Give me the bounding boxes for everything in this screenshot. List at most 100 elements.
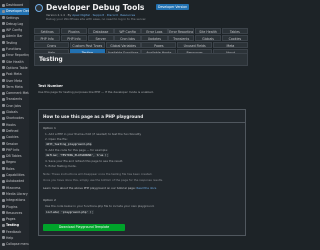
cta-line: Learn more about the above PHP playgroun… (43, 186, 156, 190)
sidebar-item-label: Dashboard (6, 3, 24, 7)
menu-icon (2, 22, 5, 26)
sidebar-item-label: Debug Log (6, 21, 24, 26)
sidebar-item-label: DB Tables (6, 154, 22, 159)
sidebar-item-label: Media Library (6, 191, 28, 196)
tab-error-reporting[interactable]: Error Reporting (168, 28, 195, 35)
sidebar-item-label: Options Table (6, 65, 28, 70)
step-3: 3. Add the code for this page — for exam… (45, 148, 108, 152)
menu-icon (2, 53, 5, 57)
tab-site-health[interactable]: Site Health (194, 28, 222, 35)
menu-icon (2, 79, 5, 83)
code-define: define( 'TESTING_PLAYGROUND', true ); (45, 153, 110, 157)
menu-icon (2, 160, 5, 164)
sidebar-item-label: Site Health (6, 59, 24, 64)
tab-updates[interactable]: Updates (141, 34, 168, 42)
panel-title: Testing (34, 53, 248, 66)
sidebar-item-label: Resources (6, 210, 23, 215)
menu-icon (2, 142, 5, 146)
version-badge[interactable]: Developer Version (156, 4, 190, 10)
test-description: Use this page for testing purposes like … (38, 90, 154, 94)
option-2-text: Use the code below in your functions.php… (45, 204, 155, 208)
tab-cookies[interactable]: Cookies (221, 34, 248, 42)
sidebar-item-label: Error Reporting (6, 53, 29, 58)
menu-icon (2, 66, 5, 70)
menu-icon (2, 135, 5, 139)
sidebar-item-label: Feedback (6, 229, 22, 234)
tab-cron-jobs[interactable]: Cron Jobs (114, 34, 141, 42)
sidebar-item-label: Autoloaded (6, 179, 25, 184)
menu-icon (2, 198, 5, 202)
menu-icon (2, 129, 5, 133)
menu-icon (2, 85, 5, 89)
sidebar-item-label: Settings (6, 15, 20, 20)
sidebar-item-label: Term Meta (6, 84, 23, 89)
page-title: Developer Debug Tools (46, 3, 145, 12)
sidebar-item-error-reporting[interactable]: Error Reporting (0, 52, 29, 58)
tab-php-info[interactable]: PHP Info (34, 34, 61, 42)
tab-tables[interactable]: Tables (221, 28, 248, 35)
menu-icon (2, 60, 5, 64)
note-2: Once you have done this, simply use the … (43, 178, 164, 182)
sidebar-item-label: User Meta (6, 78, 23, 83)
sidebar-item-integrations[interactable]: Integrations (0, 197, 29, 203)
plugin-logo-icon (35, 4, 43, 12)
sidebar-item-label: Defined (6, 128, 19, 133)
menu-icon (2, 91, 5, 95)
menu-icon (2, 236, 5, 240)
sidebar-item-label: Help (6, 235, 14, 240)
menu-icon (2, 16, 5, 20)
sidebar-item-label: Cron Jobs (6, 103, 22, 108)
sidebar-item-label: Functions (6, 47, 22, 52)
sidebar-item-label: Integrations (6, 198, 26, 203)
tab-crons[interactable]: Crons (34, 41, 70, 49)
tab-php-info[interactable]: PHP Info (60, 34, 88, 42)
step-2: 2. Open the file: (45, 137, 68, 141)
sidebar-item-collapse-menu[interactable]: Collapse menu (0, 241, 29, 247)
tab-custom-post-types[interactable]: Custom Post Types (69, 41, 105, 49)
tab-unused-fields[interactable]: Unused Fields (177, 41, 213, 49)
read-docs-link[interactable]: Read the docs (137, 186, 157, 190)
menu-icon (2, 3, 5, 7)
menu-icon (2, 123, 5, 127)
tab-wp-config[interactable]: WP Config (114, 28, 141, 35)
menu-icon (2, 97, 5, 101)
menu-icon (2, 192, 5, 196)
code-filename: ddtt_testing_playground.php (45, 142, 93, 146)
menu-icon (2, 34, 5, 38)
menu-icon (2, 116, 5, 120)
menu-icon (2, 230, 5, 234)
tab-pages[interactable]: Pages (141, 41, 177, 49)
sidebar-item-label: Testing (6, 223, 19, 228)
menu-icon (2, 173, 5, 177)
tab-server[interactable]: Server (87, 34, 114, 42)
admin-sidebar: DashboardDeveloper Debug ToolsSettingsDe… (0, 0, 29, 250)
sidebar-item-label: Testing (6, 40, 18, 45)
tab-settings[interactable]: Settings (34, 28, 61, 35)
tab-plugins[interactable]: Plugins (60, 28, 88, 35)
sidebar-item-label: Pages (6, 217, 16, 222)
sidebar-item-label: Regex (6, 160, 16, 165)
menu-icon (2, 41, 5, 45)
sidebar-item-developer-debug-tools[interactable]: Developer Debug Tools (0, 8, 29, 15)
sidebar-item-label: WP Config (6, 28, 23, 33)
sidebar-item-label: Post Meta (6, 72, 22, 77)
menu-icon (2, 110, 5, 114)
download-template-button[interactable]: Download Playground Template (43, 224, 125, 231)
tab-globals[interactable]: Globals (194, 34, 222, 42)
test-heading: Test Number (38, 84, 63, 88)
step-5: 5. Enter Testing mode. (45, 164, 77, 168)
sidebar-item-label: PHP Info (6, 147, 20, 152)
sidebar-item-label: Collapse menu (6, 242, 29, 247)
menu-icon (2, 223, 5, 227)
sidebar-item-label: Hooks (6, 122, 16, 127)
sidebar-item-label: Plugins (6, 204, 18, 209)
sidebar-item-label: Comment Meta (6, 91, 29, 96)
sidebar-item-label: Roles (6, 166, 15, 171)
tab-database[interactable]: Database (87, 28, 114, 35)
menu-icon (2, 47, 5, 51)
tab-meta[interactable]: Meta (212, 41, 248, 49)
tab-error-logs[interactable]: Error Logs (141, 28, 168, 35)
tab-transients[interactable]: Transients (168, 34, 195, 42)
note-1: Note: These instructions will disappear … (43, 172, 153, 176)
tab-global-variables[interactable]: Global Variables (105, 41, 141, 49)
